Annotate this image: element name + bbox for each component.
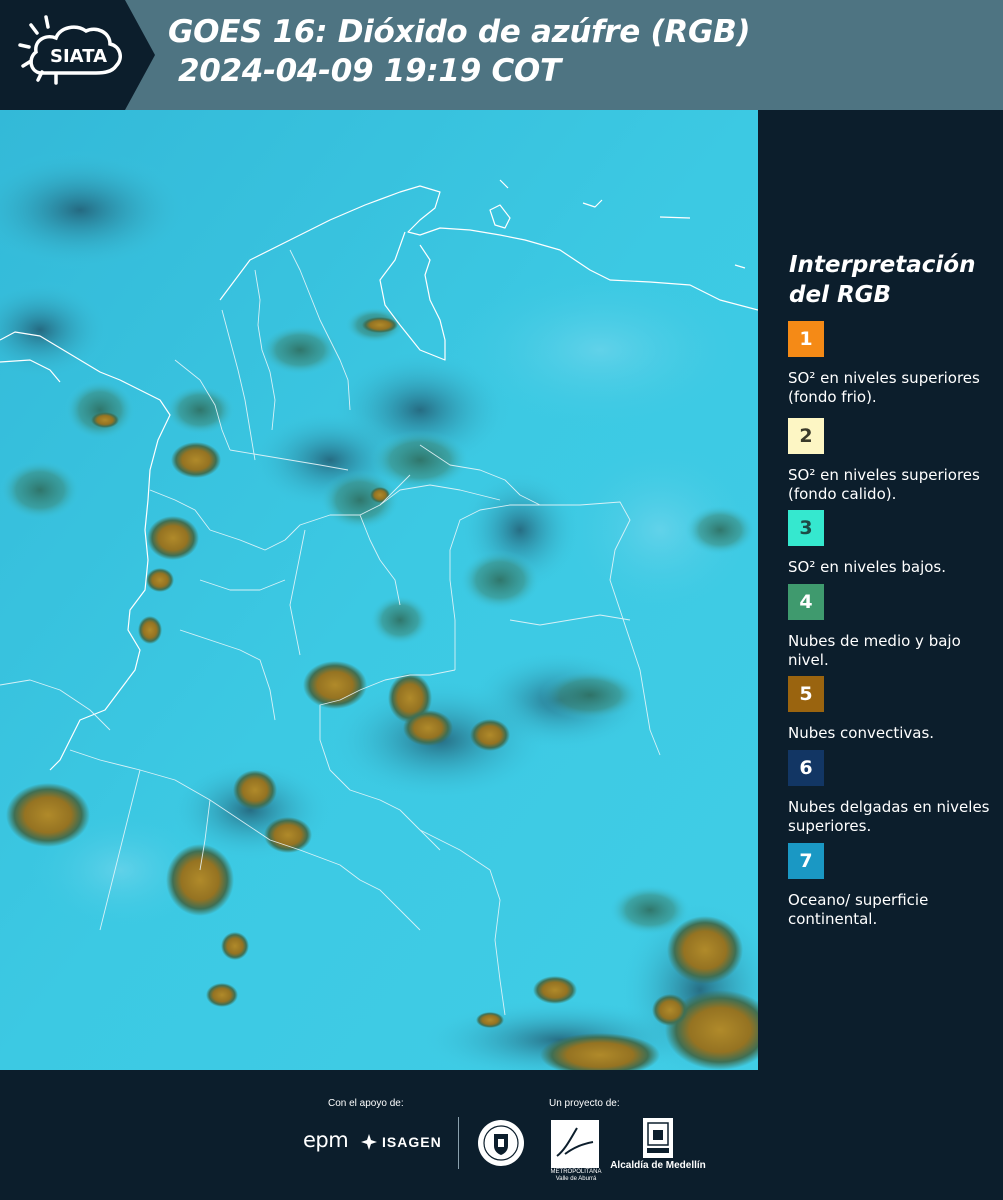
legend-panel: Interpretación del RGB 1 SO² en niveles …: [758, 110, 1003, 1070]
isagen-star-icon: [361, 1134, 377, 1150]
legend-number: 2: [799, 425, 813, 447]
legend-swatch-2: 2: [788, 418, 824, 454]
legend-swatch-5: 5: [788, 676, 824, 712]
legend-number: 4: [799, 591, 813, 613]
footer: Con el apoyo de: Un proyecto de: epm ISA…: [0, 1070, 1003, 1200]
legend-item-3: 3 SO² en niveles bajos.: [788, 510, 993, 577]
legend-number: 5: [799, 683, 813, 705]
siata-logo: SIATA: [0, 0, 155, 110]
isagen-text: ISAGEN: [382, 1134, 442, 1150]
satellite-image: [0, 110, 758, 1070]
epm-logo: epm: [303, 1128, 349, 1152]
legend-item-6: 6 Nubes delgadas en niveles superiores.: [788, 750, 993, 836]
legend-text: Nubes delgadas en niveles superiores.: [788, 798, 990, 835]
siata-logo-text: SIATA: [50, 46, 107, 67]
legend-text: Oceano/ superficie continental.: [788, 891, 929, 928]
legend-item-7: 7 Oceano/ superficie continental.: [788, 843, 993, 929]
page-title: GOES 16: Dióxido de azúfre (RGB): [168, 14, 751, 50]
legend-item-4: 4 Nubes de medio y bajo nivel.: [788, 584, 993, 670]
legend-swatch-4: 4: [788, 584, 824, 620]
project-label: Un proyecto de:: [549, 1098, 620, 1109]
alcaldia-shield-icon: [643, 1118, 673, 1158]
legend-number: 6: [799, 757, 813, 779]
area-logo-icon: [556, 1127, 594, 1157]
alcaldia-name: Alcaldía de Medellín: [610, 1160, 706, 1171]
legend-number: 3: [799, 517, 813, 539]
legend-text: Nubes de medio y bajo nivel.: [788, 632, 961, 669]
isagen-logo: ISAGEN: [360, 1133, 442, 1151]
legend-text: SO² en niveles superiores (fondo calido)…: [788, 466, 980, 503]
footer-divider: [458, 1117, 459, 1169]
legend-swatch-1: 1: [788, 321, 824, 357]
legend-swatch-3: 3: [788, 510, 824, 546]
legend-item-2: 2 SO² en niveles superiores (fondo calid…: [788, 418, 993, 504]
legend-swatch-7: 7: [788, 843, 824, 879]
timestamp: 2024-04-09 19:19 COT: [178, 53, 561, 89]
legend-text: SO² en niveles bajos.: [788, 558, 947, 576]
legend-item-5: 5 Nubes convectivas.: [788, 676, 993, 743]
legend-item-1: 1 SO² en niveles superiores (fondo frio)…: [788, 321, 993, 407]
header-bar: SIATA GOES 16: Dióxido de azúfre (RGB) 2…: [0, 0, 1003, 110]
medellin-seal-icon: [478, 1120, 524, 1166]
area-metropolitana-name: METROPOLITANA Valle de Aburrá: [550, 1169, 602, 1182]
legend-number: 1: [799, 328, 813, 350]
support-label: Con el apoyo de:: [328, 1098, 404, 1109]
area-metropolitana-logo: [551, 1120, 599, 1168]
legend-swatch-6: 6: [788, 750, 824, 786]
legend-text: Nubes convectivas.: [788, 724, 935, 742]
legend-number: 7: [799, 850, 813, 872]
legend-title: Interpretación del RGB: [789, 252, 976, 308]
legend-text: SO² en niveles superiores (fondo frio).: [788, 369, 980, 406]
